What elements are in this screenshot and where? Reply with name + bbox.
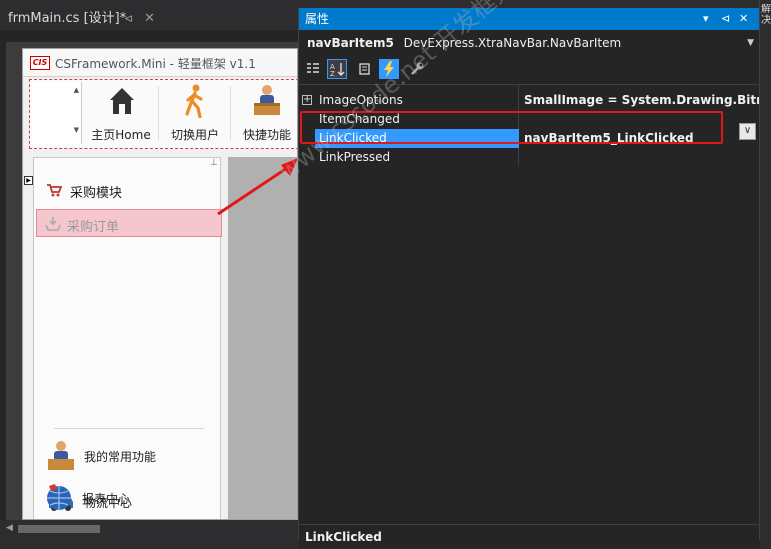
app-logo: CIS: [30, 56, 50, 70]
document-tab[interactable]: frmMain.cs [设计]* ⊲ ✕: [0, 8, 162, 30]
property-value: SmallImage = System.Drawing.Bitmap: [524, 93, 760, 107]
scroll-left-icon[interactable]: ◀: [6, 523, 13, 533]
form-window[interactable]: CIS CSFramework.Mini - 轻量框架 v1.1 ▲ ▼ 主页H…: [22, 48, 298, 520]
close-icon[interactable]: ✕: [144, 8, 155, 30]
ribbon-button-home[interactable]: 主页Home: [86, 80, 156, 146]
scroll-up-icon[interactable]: ▲: [74, 86, 79, 94]
shopping-cart-icon: [47, 184, 62, 197]
property-row[interactable]: LinkPressed: [299, 148, 760, 167]
expand-arrow-icon[interactable]: ▶: [24, 176, 33, 185]
chevron-down-icon[interactable]: ∨: [739, 123, 756, 140]
alphabetical-button[interactable]: AZ: [327, 59, 347, 79]
close-icon[interactable]: ✕: [739, 8, 748, 30]
ribbon-button-switch-user[interactable]: 切换用户: [160, 80, 230, 146]
nav-big-item-label: 我的常用功能: [84, 450, 157, 464]
properties-title-bar: 属性 ▾ ⊲ ✕: [299, 8, 760, 30]
side-tab-label: 解决: [761, 4, 771, 26]
alphabetical-sort-icon: AZ: [330, 63, 345, 78]
property-grid: + ImageOptions SmallImage = System.Drawi…: [299, 84, 760, 528]
pin-icon[interactable]: ⊲: [124, 8, 133, 30]
properties-title: 属性: [305, 12, 330, 26]
nav-big-item-favorites[interactable]: 我的常用功能: [44, 438, 220, 474]
person-at-desk-icon: [254, 85, 280, 115]
nav-big-item-reports[interactable]: 报表中心: [42, 480, 218, 516]
ribbon: ▲ ▼ 主页Home 切换用户 快捷功能: [29, 79, 297, 149]
nav-item-label: 采购订单: [67, 220, 120, 235]
object-name: navBarItem5: [307, 36, 394, 50]
ribbon-separator: [230, 86, 231, 140]
ribbon-button-label: 快捷功能: [242, 128, 291, 142]
object-selector[interactable]: navBarItem5 DevExpress.XtraNavBar.NavBar…: [299, 32, 760, 54]
person-at-desk-icon: [48, 441, 74, 470]
svg-text:Z: Z: [330, 70, 335, 77]
scrollbar-thumb[interactable]: [18, 525, 100, 533]
nav-divider: [54, 428, 204, 429]
categorized-button[interactable]: [303, 59, 323, 79]
ribbon-separator: [158, 86, 159, 140]
nav-big-item-label: 报表中心: [82, 492, 131, 506]
chevron-down-icon[interactable]: ▼: [747, 32, 754, 54]
ribbon-button-label: 主页Home: [91, 128, 151, 142]
side-tab-strip[interactable]: 解决: [759, 0, 771, 540]
horizontal-scrollbar[interactable]: ◀: [0, 520, 298, 540]
scroll-down-icon[interactable]: ▼: [74, 126, 79, 134]
walking-person-icon: [185, 84, 203, 118]
nav-group-label: 采购模块: [70, 186, 123, 201]
pin-icon[interactable]: ⊲: [721, 8, 730, 30]
navbar: ⊥ 采购模块 采购订单 我的常用功能 物流中心: [33, 157, 222, 519]
window-position-icon[interactable]: ▾: [703, 8, 709, 30]
categorized-icon: [307, 63, 319, 73]
mdi-client-area: [228, 157, 297, 519]
expand-icon[interactable]: +: [302, 95, 312, 105]
nav-group-purchasing[interactable]: 采购模块: [34, 176, 220, 204]
home-icon: [110, 88, 134, 114]
document-tab-label: frmMain.cs [设计]*: [8, 11, 127, 26]
globe-icon: [47, 484, 71, 510]
nav-item-purchase-order[interactable]: 采购订单: [36, 209, 222, 237]
ribbon-button-shortcuts[interactable]: 快捷功能: [232, 80, 297, 146]
description-pane: LinkClicked: [299, 524, 760, 548]
pin-icon[interactable]: ⊥: [210, 158, 218, 168]
quick-list[interactable]: ▲ ▼: [32, 82, 82, 144]
cart-download-icon: [45, 217, 61, 231]
form-title: CSFramework.Mini - 轻量框架 v1.1: [55, 57, 256, 71]
form-title-bar: CIS CSFramework.Mini - 轻量框架 v1.1: [23, 49, 297, 77]
ribbon-button-label: 切换用户: [170, 128, 219, 142]
